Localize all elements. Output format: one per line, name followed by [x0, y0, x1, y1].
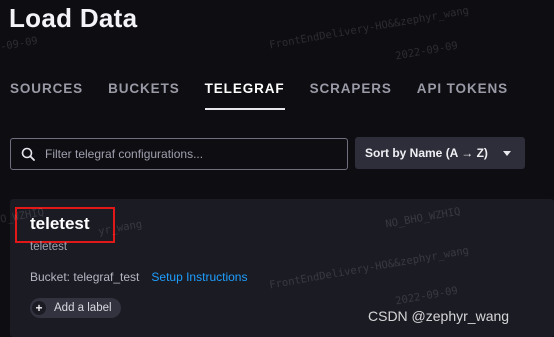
- config-description[interactable]: teletest: [30, 241, 67, 253]
- tab-sources[interactable]: SOURCES: [10, 81, 83, 110]
- telegraf-config-card: teletest teletest Bucket: telegraf_test …: [10, 199, 554, 337]
- search-icon: [21, 147, 35, 161]
- watermark-user: FrontEndDelivery-HO&&zephyr_wang: [268, 4, 470, 52]
- watermark-date-short: -09-09: [0, 34, 39, 54]
- add-label-button[interactable]: + Add a label: [30, 298, 121, 318]
- page-title: Load Data: [9, 3, 138, 33]
- watermark-date: 2022-09-09: [394, 39, 459, 63]
- tab-api-tokens[interactable]: API TOKENS: [417, 81, 508, 110]
- search-input[interactable]: [45, 147, 325, 161]
- bucket-label: Bucket: telegraf_test: [30, 270, 140, 284]
- bucket-row: Bucket: telegraf_test Setup Instructions: [30, 270, 247, 284]
- search-box: [10, 138, 348, 170]
- plus-icon: +: [32, 301, 46, 315]
- config-name-link[interactable]: teletest: [30, 214, 90, 234]
- tab-bar: SOURCES BUCKETS TELEGRAF SCRAPERS API TO…: [10, 81, 533, 110]
- tab-telegraf[interactable]: TELEGRAF: [204, 81, 285, 110]
- setup-instructions-link[interactable]: Setup Instructions: [151, 270, 247, 284]
- tab-scrapers[interactable]: SCRAPERS: [310, 81, 392, 110]
- sort-dropdown[interactable]: Sort by Name (A → Z): [355, 137, 525, 169]
- add-label-text: Add a label: [54, 302, 112, 314]
- caret-down-icon: [503, 150, 511, 156]
- tab-buckets[interactable]: BUCKETS: [108, 81, 180, 110]
- sort-label: Sort by Name (A → Z): [365, 146, 488, 160]
